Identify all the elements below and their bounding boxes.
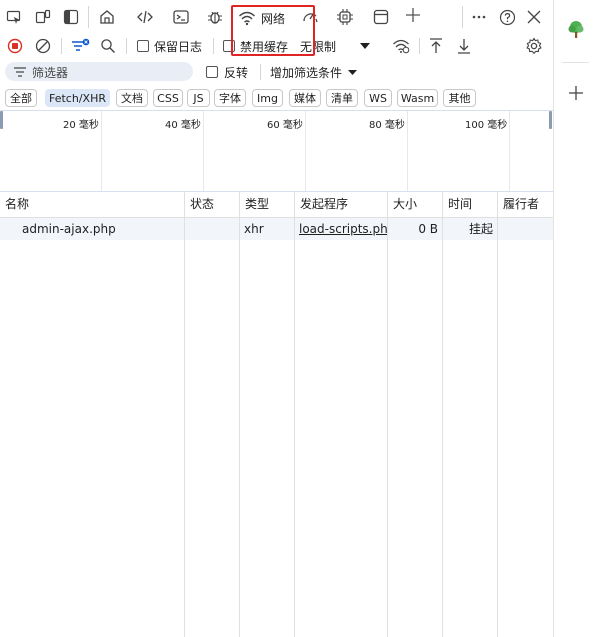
overview-gridline: [305, 111, 306, 191]
type-filter-doc[interactable]: 文档: [116, 89, 148, 107]
toolbar-divider-2: [462, 6, 463, 28]
type-filter-fetch-xhr[interactable]: Fetch/XHR: [45, 89, 110, 107]
tree-icon[interactable]: [565, 19, 587, 41]
column-divider[interactable]: [294, 191, 295, 637]
overview-right-handle[interactable]: [549, 111, 552, 129]
sidebar-divider: [562, 62, 589, 63]
overview-gridline: [509, 111, 510, 191]
toolbar-divider-6: [419, 38, 420, 54]
network-toolbar: 保留日志 禁用缓存 无限制: [0, 33, 553, 59]
record-icon[interactable]: [5, 36, 25, 56]
devtools-tabs-toolbar: 网络: [0, 0, 553, 34]
filter-icon[interactable]: [69, 36, 91, 56]
more-filters-dropdown[interactable]: 增加筛选条件: [270, 64, 342, 81]
disable-cache-checkbox[interactable]: [223, 40, 235, 52]
upload-icon[interactable]: [426, 36, 446, 56]
disable-cache-label[interactable]: 禁用缓存: [240, 38, 288, 55]
overview-tick-label: 100 毫秒: [465, 120, 508, 131]
throttling-select[interactable]: 无限制: [300, 38, 336, 55]
overview-left-handle[interactable]: [0, 111, 3, 129]
overview-gridline: [203, 111, 204, 191]
overview-tick-label: 80 毫秒: [369, 120, 405, 131]
close-icon[interactable]: [524, 7, 544, 27]
toolbar-divider-3: [61, 38, 62, 54]
more-filters-arrow-icon[interactable]: [346, 65, 358, 79]
application-icon[interactable]: [370, 6, 392, 28]
column-header-time[interactable]: 时间: [443, 191, 472, 217]
invert-label[interactable]: 反转: [224, 64, 248, 81]
type-filter-css[interactable]: CSS: [153, 89, 183, 107]
device-emulation-icon[interactable]: [33, 7, 53, 27]
request-name[interactable]: admin-ajax.php: [22, 218, 182, 240]
column-divider[interactable]: [184, 191, 185, 637]
toolbar-divider-4: [126, 38, 127, 54]
overview-tick-label: 20 毫秒: [63, 120, 99, 131]
performance-icon[interactable]: [299, 6, 321, 28]
overview-tick-label: 60 毫秒: [267, 120, 303, 131]
request-time: 挂起: [468, 222, 493, 236]
search-icon[interactable]: [98, 36, 118, 56]
toolbar-divider: [88, 6, 89, 28]
column-header-type[interactable]: 类型: [240, 191, 269, 217]
column-header-size[interactable]: 大小: [388, 191, 417, 217]
type-filter-img[interactable]: Img: [252, 89, 283, 107]
filter-placeholder: 筛选器: [32, 66, 69, 80]
preserve-log-checkbox[interactable]: [137, 40, 149, 52]
column-divider[interactable]: [239, 191, 240, 637]
column-divider[interactable]: [497, 191, 498, 637]
tab-network-label[interactable]: 网络: [261, 10, 285, 27]
filter-divider: [260, 64, 261, 80]
memory-chip-icon[interactable]: [334, 6, 356, 28]
type-filter-wasm[interactable]: Wasm: [397, 89, 438, 107]
help-icon[interactable]: [497, 7, 517, 27]
plus-icon[interactable]: [565, 82, 587, 104]
type-filter-manifest[interactable]: 清单: [326, 89, 358, 107]
request-type: xhr: [244, 222, 264, 236]
toolbar-divider-5: [213, 38, 214, 54]
column-divider[interactable]: [387, 191, 388, 637]
settings-icon[interactable]: [523, 35, 545, 57]
column-divider[interactable]: [442, 191, 443, 637]
type-filter-media[interactable]: 媒体: [289, 89, 321, 107]
filter-bar: 筛选器 反转 增加筛选条件: [0, 59, 553, 85]
add-tool-icon[interactable]: [402, 4, 424, 26]
type-filter-all[interactable]: 全部: [5, 89, 37, 107]
request-table-header: 名称 状态 类型 发起程序 大小 时间 履行者: [0, 191, 553, 218]
request-initiator-link[interactable]: load-scripts.php?: [299, 218, 387, 240]
type-filter-other[interactable]: 其他: [443, 89, 476, 107]
network-wifi-icon[interactable]: [237, 8, 257, 28]
overview-gridline: [407, 111, 408, 191]
type-filter-js[interactable]: JS: [187, 89, 210, 107]
devtools-panel: 网络 保留日志 禁用缓存 无限制 筛选器 反转 增加筛选条件 全部 Fetch/…: [0, 0, 553, 637]
sources-bug-icon[interactable]: [204, 6, 226, 28]
overview-gridline: [101, 111, 102, 191]
welcome-home-icon[interactable]: [96, 6, 118, 28]
dropdown-arrow-icon[interactable]: [357, 37, 373, 55]
download-icon[interactable]: [454, 36, 474, 56]
type-filter-font[interactable]: 字体: [214, 89, 246, 107]
request-fulfilled-by: [503, 218, 551, 240]
request-status: [190, 218, 238, 240]
filter-funnel-icon: [13, 65, 27, 79]
console-icon[interactable]: [170, 6, 192, 28]
column-header-name[interactable]: 名称: [0, 191, 29, 217]
network-conditions-icon[interactable]: [390, 36, 412, 56]
filter-input[interactable]: 筛选器: [5, 62, 193, 81]
inspect-icon[interactable]: [4, 7, 24, 27]
column-header-fulfilled-by[interactable]: 履行者: [498, 191, 539, 217]
type-filter-ws[interactable]: WS: [364, 89, 392, 107]
overview-timeline[interactable]: 20 毫秒 40 毫秒 60 毫秒 80 毫秒 100 毫秒: [0, 110, 553, 192]
more-icon[interactable]: [469, 7, 489, 27]
request-size: 0 B: [418, 222, 438, 236]
column-header-initiator[interactable]: 发起程序: [295, 191, 348, 217]
overview-tick-label: 40 毫秒: [165, 120, 201, 131]
clear-icon[interactable]: [33, 36, 53, 56]
dock-icon[interactable]: [61, 7, 81, 27]
preserve-log-label[interactable]: 保留日志: [154, 38, 202, 55]
invert-checkbox[interactable]: [206, 66, 218, 78]
elements-icon[interactable]: [134, 6, 156, 28]
column-header-status[interactable]: 状态: [185, 191, 214, 217]
browser-sidebar: [553, 0, 596, 637]
